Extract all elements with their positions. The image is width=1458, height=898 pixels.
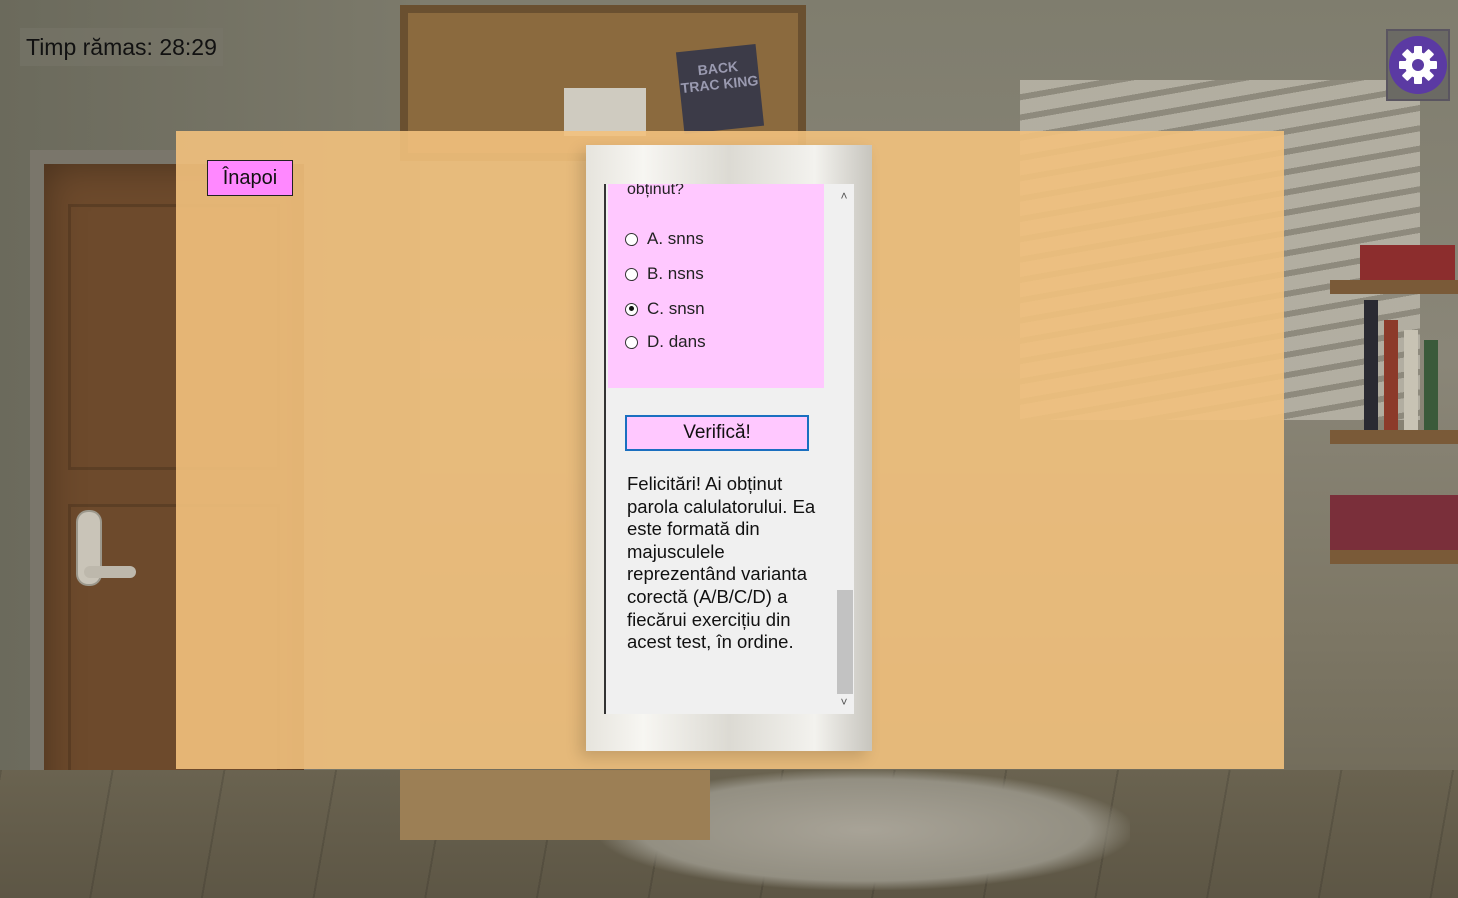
pinned-note <box>564 88 646 136</box>
option-label: C. snsn <box>647 299 705 318</box>
backtracking-sign: BACK TRAC KING <box>675 44 765 134</box>
book <box>1384 320 1398 430</box>
option-label: A. snns <box>647 229 704 248</box>
question-text: obținut? <box>627 184 684 198</box>
answer-option-d[interactable]: D. dans <box>625 332 706 352</box>
result-message: Felicitări! Ai obținut parola calulatoru… <box>627 473 816 653</box>
book-stack <box>1360 245 1455 280</box>
verify-button[interactable]: Verifică! <box>625 415 809 451</box>
bookshelf-bottom <box>1330 550 1458 564</box>
answer-option-b[interactable]: B. nsns <box>625 264 704 284</box>
answer-option-a[interactable]: A. snns <box>625 229 704 249</box>
radio-button[interactable] <box>625 267 638 281</box>
option-label: D. dans <box>647 332 706 351</box>
book-stack <box>1330 495 1458 550</box>
book <box>1364 300 1378 430</box>
question-box: obținut? A. snns B. nsns C. snsn D. dans <box>608 184 824 388</box>
door-handle[interactable] <box>84 566 136 578</box>
gear-icon <box>1389 36 1447 94</box>
question-panel[interactable]: obținut? A. snns B. nsns C. snsn D. dans… <box>604 184 854 714</box>
book <box>1404 330 1418 430</box>
bookshelf-middle <box>1330 430 1458 444</box>
bookshelf-top <box>1330 280 1458 294</box>
settings-button[interactable] <box>1386 29 1450 101</box>
scroll-thumb[interactable] <box>837 590 853 694</box>
desk-drawer <box>400 770 710 840</box>
puzzle-overlay: Înapoi obținut? A. snns B. nsns C. snsn … <box>176 131 1284 769</box>
scroll-down-arrow-icon[interactable]: ˅ <box>834 692 854 712</box>
radio-button[interactable] <box>625 335 638 349</box>
radio-button-selected[interactable] <box>625 302 638 316</box>
back-button[interactable]: Înapoi <box>207 160 293 196</box>
option-label: B. nsns <box>647 264 704 283</box>
book <box>1424 340 1438 430</box>
scroll-up-arrow-icon[interactable]: ˄ <box>834 186 854 206</box>
time-remaining: Timp rămas: 28:29 <box>20 28 223 66</box>
vertical-scrollbar[interactable]: ˄ ˅ <box>834 184 854 714</box>
radio-button[interactable] <box>625 232 638 246</box>
answer-option-c[interactable]: C. snsn <box>625 299 705 319</box>
